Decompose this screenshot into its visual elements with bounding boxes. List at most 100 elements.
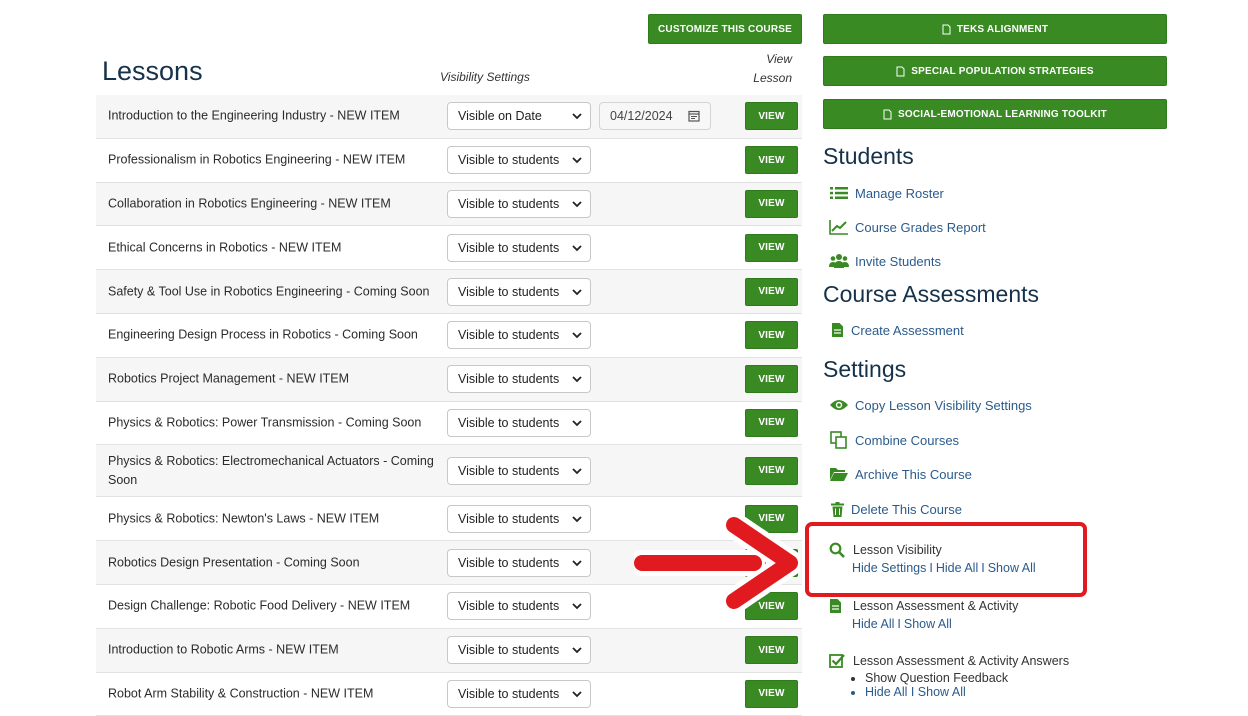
chevron-down-icon bbox=[572, 288, 582, 295]
visibility-select[interactable]: Visible to students bbox=[447, 456, 591, 485]
view-lesson-button[interactable]: VIEW bbox=[745, 102, 798, 131]
sel-toolkit-button[interactable]: SOCIAL-EMOTIONAL LEARNING TOOLKIT bbox=[823, 99, 1167, 129]
show-all-link[interactable]: Show All bbox=[904, 617, 952, 631]
chevron-down-icon bbox=[572, 332, 582, 339]
view-lesson-button[interactable]: VIEW bbox=[745, 321, 798, 350]
view-lesson-header: View Lesson bbox=[753, 52, 792, 85]
calendar-icon[interactable] bbox=[688, 110, 700, 122]
lesson-row: Ethical Concerns in Robotics - NEW ITEM … bbox=[96, 226, 802, 271]
folder-open-icon bbox=[829, 465, 849, 483]
view-lesson-button[interactable]: VIEW bbox=[745, 277, 798, 306]
invite-students-link[interactable]: Invite Students bbox=[829, 252, 941, 270]
combine-courses-link[interactable]: Combine Courses bbox=[829, 431, 959, 449]
lesson-row: Introduction to the Engineering Industry… bbox=[96, 95, 802, 139]
lesson-title: Introduction to Robotic Arms - NEW ITEM bbox=[108, 642, 339, 657]
users-icon bbox=[829, 252, 849, 270]
lesson-title: Physics & Robotics: Power Transmission -… bbox=[108, 415, 422, 430]
lesson-title: Engineering Design Process in Robotics -… bbox=[108, 327, 418, 342]
show-question-feedback-option[interactable]: Show Question Feedback bbox=[865, 671, 1069, 685]
assessment-activity-label: Lesson Assessment & Activity bbox=[853, 599, 1019, 613]
special-population-button[interactable]: SPECIAL POPULATION STRATEGIES bbox=[823, 56, 1167, 86]
view-lesson-button[interactable]: VIEW bbox=[745, 233, 798, 262]
course-grades-report-label: Course Grades Report bbox=[855, 219, 986, 235]
chevron-down-icon bbox=[572, 603, 582, 610]
view-lesson-button[interactable]: VIEW bbox=[745, 456, 798, 485]
lesson-list: Introduction to the Engineering Industry… bbox=[96, 95, 802, 716]
view-lesson-button[interactable]: VIEW bbox=[745, 636, 798, 665]
lesson-title: Robot Arm Stability & Construction - NEW… bbox=[108, 686, 374, 701]
lesson-row: Physics & Robotics: Power Transmission -… bbox=[96, 402, 802, 446]
visibility-value: Visible to students bbox=[458, 328, 560, 343]
lesson-row: Physics & Robotics: Electromechanical Ac… bbox=[96, 445, 802, 498]
visibility-value: Visible to students bbox=[458, 511, 560, 526]
lesson-row: Safety & Tool Use in Robotics Engineerin… bbox=[96, 270, 802, 314]
visibility-value: Visible to students bbox=[458, 240, 560, 255]
copy-visibility-settings-label: Copy Lesson Visibility Settings bbox=[855, 397, 1032, 413]
visibility-select[interactable]: Visible to students bbox=[447, 504, 591, 533]
separator: I bbox=[897, 617, 901, 631]
hide-all-link[interactable]: Hide All bbox=[852, 617, 894, 631]
visibility-select[interactable]: Visible on Date bbox=[447, 102, 591, 131]
teks-alignment-label: TEKS ALIGNMENT bbox=[956, 23, 1049, 35]
view-lesson-button[interactable]: VIEW bbox=[745, 365, 798, 394]
chevron-down-icon bbox=[572, 559, 582, 566]
lesson-title: Professionalism in Robotics Engineering … bbox=[108, 152, 406, 167]
view-lesson-button[interactable]: VIEW bbox=[745, 189, 798, 218]
chevron-down-icon bbox=[572, 647, 582, 654]
visibility-select[interactable]: Visible to students bbox=[447, 189, 591, 218]
lesson-row: Robotics Project Management - NEW ITEM V… bbox=[96, 357, 802, 402]
lesson-row: Engineering Design Process in Robotics -… bbox=[96, 314, 802, 358]
chevron-down-icon bbox=[572, 245, 582, 252]
lesson-title: Physics & Robotics: Newton's Laws - NEW … bbox=[108, 511, 380, 526]
copy-visibility-settings-link[interactable]: Copy Lesson Visibility Settings bbox=[829, 396, 1032, 414]
chevron-down-icon bbox=[572, 516, 582, 523]
copy-icon bbox=[829, 431, 849, 449]
manage-roster-link[interactable]: Manage Roster bbox=[829, 184, 944, 202]
visibility-select[interactable]: Visible to students bbox=[447, 321, 591, 350]
lesson-title: Collaboration in Robotics Engineering - … bbox=[108, 196, 391, 211]
course-grades-report-link[interactable]: Course Grades Report bbox=[829, 218, 986, 236]
visibility-select[interactable]: Visible to students bbox=[447, 146, 591, 175]
red-arrow-annotation bbox=[634, 515, 800, 611]
lesson-row: Collaboration in Robotics Engineering - … bbox=[96, 182, 802, 227]
answers-hide-show-links[interactable]: Hide All I Show All bbox=[865, 685, 1069, 699]
lesson-title: Introduction to the Engineering Industry… bbox=[108, 108, 400, 123]
sel-toolkit-label: SOCIAL-EMOTIONAL LEARNING TOOLKIT bbox=[897, 108, 1107, 120]
eye-icon bbox=[829, 396, 849, 414]
visibility-select[interactable]: Visible to students bbox=[447, 365, 591, 394]
lesson-row: Introduction to Robotic Arms - NEW ITEM … bbox=[96, 628, 802, 673]
visibility-value: Visible to students bbox=[458, 284, 560, 299]
visibility-select[interactable]: Visible to students bbox=[447, 233, 591, 262]
view-lesson-button[interactable]: VIEW bbox=[745, 679, 798, 708]
create-assessment-link[interactable]: Create Assessment bbox=[829, 321, 964, 339]
visibility-value: Visible to students bbox=[458, 372, 560, 387]
visibility-select[interactable]: Visible to students bbox=[447, 679, 591, 708]
highlight-box bbox=[805, 522, 1087, 597]
visibility-select[interactable]: Visible to students bbox=[447, 548, 591, 577]
view-lesson-button[interactable]: VIEW bbox=[745, 408, 798, 437]
chevron-down-icon bbox=[572, 420, 582, 427]
customize-course-button[interactable]: CUSTOMIZE THIS COURSE bbox=[648, 14, 802, 44]
chevron-down-icon bbox=[572, 468, 582, 475]
visibility-select[interactable]: Visible to students bbox=[447, 592, 591, 621]
delete-course-link[interactable]: Delete This Course bbox=[829, 500, 962, 518]
visibility-select[interactable]: Visible to students bbox=[447, 277, 591, 306]
settings-heading: Settings bbox=[823, 356, 907, 382]
chevron-down-icon bbox=[572, 113, 582, 120]
visibility-value: Visible to students bbox=[458, 153, 560, 168]
visibility-value: Visible to students bbox=[458, 415, 560, 430]
lesson-title: Safety & Tool Use in Robotics Engineerin… bbox=[108, 284, 430, 299]
archive-course-link[interactable]: Archive This Course bbox=[829, 465, 972, 483]
view-lesson-button[interactable]: VIEW bbox=[745, 146, 798, 175]
course-assessments-heading: Course Assessments bbox=[823, 281, 1040, 307]
lesson-title: Physics & Robotics: Electromechanical Ac… bbox=[108, 453, 434, 487]
visibility-select[interactable]: Visible to students bbox=[447, 636, 591, 665]
create-assessment-label: Create Assessment bbox=[851, 322, 964, 338]
invite-students-label: Invite Students bbox=[855, 253, 941, 269]
teks-alignment-button[interactable]: TEKS ALIGNMENT bbox=[823, 14, 1167, 44]
visibility-select[interactable]: Visible to students bbox=[447, 408, 591, 437]
visible-date-input[interactable]: 04/12/2024 bbox=[599, 102, 711, 131]
visibility-value: Visible to students bbox=[458, 555, 560, 570]
trash-icon bbox=[829, 500, 845, 518]
assessment-answers-block: Lesson Assessment & Activity Answers Sho… bbox=[829, 653, 1069, 699]
